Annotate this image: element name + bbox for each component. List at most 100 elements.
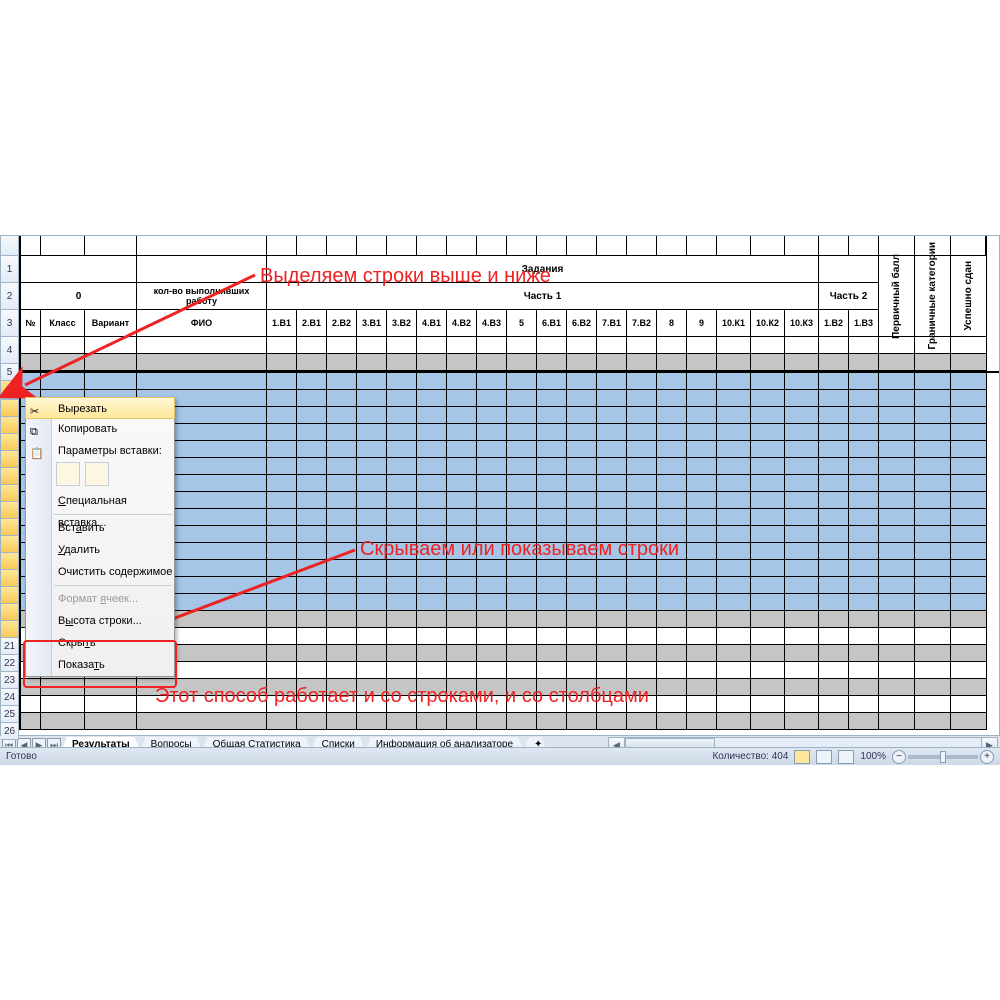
cell[interactable] <box>879 611 915 628</box>
cell[interactable] <box>687 441 717 458</box>
cell[interactable] <box>85 679 137 696</box>
cell[interactable] <box>537 594 567 611</box>
cell[interactable] <box>785 611 819 628</box>
cell[interactable] <box>751 458 785 475</box>
cell[interactable] <box>785 628 819 645</box>
cell[interactable] <box>951 475 987 492</box>
cell[interactable] <box>297 543 327 560</box>
cell[interactable] <box>567 373 597 390</box>
cell[interactable] <box>785 373 819 390</box>
row-header[interactable]: 24 <box>1 689 19 706</box>
cell[interactable] <box>417 628 447 645</box>
column-header[interactable]: 5 <box>507 310 537 337</box>
cell[interactable] <box>627 373 657 390</box>
cell[interactable] <box>357 560 387 577</box>
row-header-selected[interactable] <box>1 434 19 451</box>
cell[interactable] <box>657 628 687 645</box>
cell[interactable] <box>447 236 477 256</box>
cell[interactable] <box>327 441 357 458</box>
cell[interactable] <box>657 441 687 458</box>
row-header[interactable] <box>1 236 19 256</box>
cell[interactable] <box>819 662 849 679</box>
cell[interactable] <box>387 441 417 458</box>
ctx-insert[interactable]: Вставить <box>26 517 174 539</box>
cell[interactable] <box>41 337 85 354</box>
cell[interactable] <box>879 713 915 730</box>
cell[interactable] <box>567 337 597 354</box>
cell[interactable] <box>447 611 477 628</box>
cell[interactable] <box>687 543 717 560</box>
cell[interactable] <box>785 492 819 509</box>
cell[interactable] <box>687 645 717 662</box>
cell[interactable] <box>657 594 687 611</box>
cell[interactable] <box>417 390 447 407</box>
cell[interactable] <box>567 492 597 509</box>
cell[interactable] <box>417 560 447 577</box>
cell[interactable] <box>819 354 849 371</box>
cell[interactable] <box>447 390 477 407</box>
cell[interactable] <box>327 543 357 560</box>
cell[interactable] <box>357 577 387 594</box>
column-header[interactable]: 3.B1 <box>357 310 387 337</box>
column-header[interactable]: 10.К1 <box>717 310 751 337</box>
cell[interactable] <box>751 696 785 713</box>
ctx-copy[interactable]: ⧉ Копировать <box>26 418 174 440</box>
cell[interactable] <box>297 662 327 679</box>
cell[interactable] <box>597 475 627 492</box>
cell[interactable] <box>627 509 657 526</box>
cell[interactable] <box>627 611 657 628</box>
row-header[interactable]: 25 <box>1 706 19 723</box>
cell[interactable] <box>567 407 597 424</box>
cell[interactable] <box>507 509 537 526</box>
cell[interactable] <box>597 458 627 475</box>
cell[interactable] <box>915 560 951 577</box>
cell[interactable] <box>297 407 327 424</box>
column-header[interactable]: 2.B2 <box>327 310 357 337</box>
cell[interactable] <box>951 526 987 543</box>
cell[interactable] <box>357 713 387 730</box>
cell[interactable] <box>785 645 819 662</box>
cell[interactable] <box>387 390 417 407</box>
row-header-selected[interactable] <box>1 536 19 553</box>
summary-header[interactable]: Первичный балл <box>879 256 915 337</box>
cell[interactable] <box>477 475 507 492</box>
cell[interactable] <box>597 628 627 645</box>
cell[interactable] <box>751 475 785 492</box>
cell[interactable] <box>19 354 41 371</box>
cell[interactable] <box>417 577 447 594</box>
cell[interactable] <box>785 354 819 371</box>
cell[interactable] <box>297 526 327 543</box>
cell[interactable] <box>717 526 751 543</box>
column-header[interactable]: 10.К2 <box>751 310 785 337</box>
cell[interactable] <box>785 594 819 611</box>
cell[interactable] <box>297 645 327 662</box>
cell[interactable] <box>879 354 915 371</box>
cell[interactable] <box>507 236 537 256</box>
cell[interactable] <box>751 560 785 577</box>
cell[interactable] <box>507 577 537 594</box>
cell[interactable] <box>477 458 507 475</box>
cell[interactable] <box>357 645 387 662</box>
cell[interactable] <box>477 373 507 390</box>
cell[interactable] <box>751 407 785 424</box>
cell[interactable] <box>819 236 849 256</box>
cell[interactable] <box>627 390 657 407</box>
cell[interactable] <box>751 645 785 662</box>
cell[interactable] <box>357 492 387 509</box>
row-header-selected[interactable] <box>1 485 19 502</box>
cell[interactable] <box>915 407 951 424</box>
cell[interactable] <box>417 662 447 679</box>
cell[interactable] <box>357 424 387 441</box>
column-header[interactable]: 7.B1 <box>597 310 627 337</box>
cell[interactable] <box>387 509 417 526</box>
cell[interactable] <box>915 526 951 543</box>
cell[interactable] <box>785 236 819 256</box>
cell[interactable] <box>657 713 687 730</box>
cell[interactable] <box>687 337 717 354</box>
ctx-row-height[interactable]: Высота строки... <box>26 610 174 632</box>
cell[interactable] <box>537 560 567 577</box>
cell[interactable] <box>751 337 785 354</box>
cell[interactable] <box>785 526 819 543</box>
cell[interactable] <box>785 577 819 594</box>
paste-option-button[interactable] <box>56 462 80 486</box>
